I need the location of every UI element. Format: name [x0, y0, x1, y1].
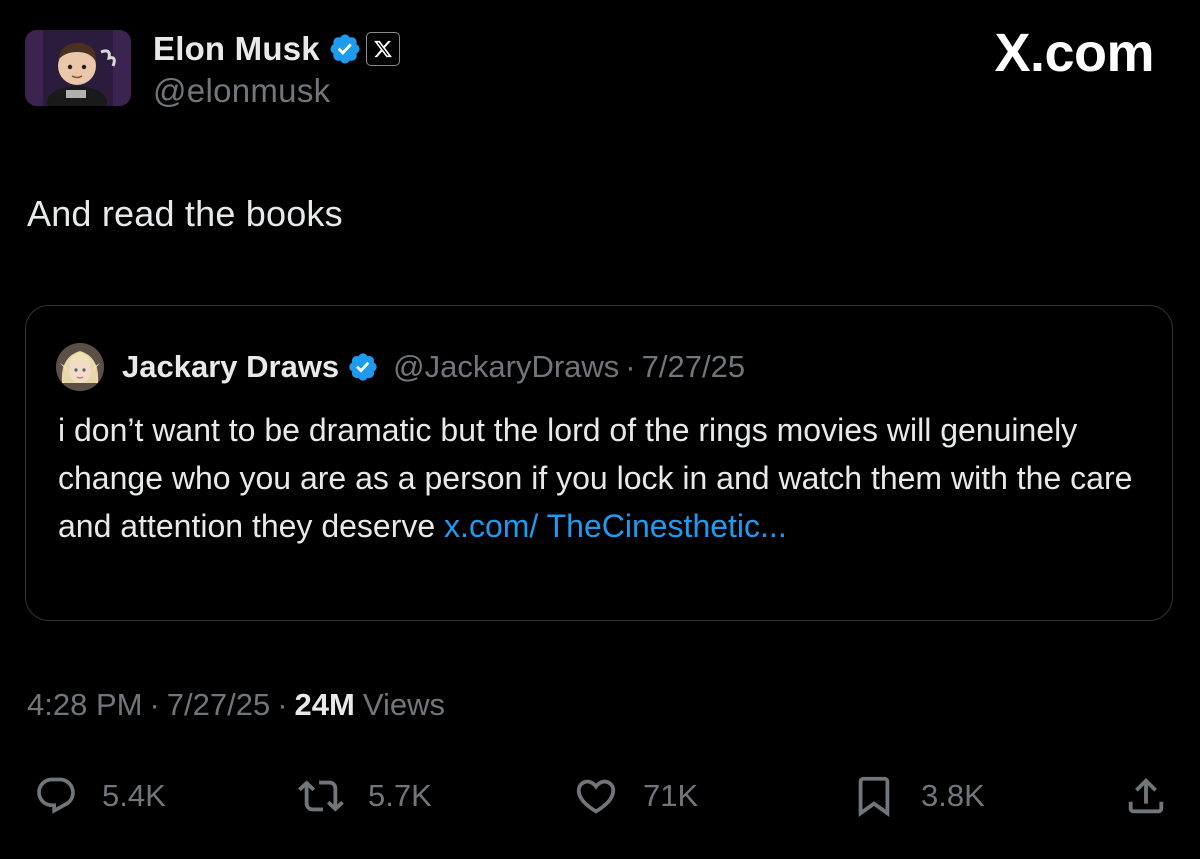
reply-button[interactable]: 5.4K [34, 768, 166, 824]
tweet-date[interactable]: 7/27/25 [167, 687, 270, 723]
quote-header: Jackary Draws @JackaryDraws · 7/27/25 [56, 343, 745, 391]
reply-count: 5.4K [102, 778, 166, 813]
tweet: Elon Musk @elonmusk X.com And read the b… [0, 0, 1200, 859]
author-name-block: Elon Musk @elonmusk [153, 30, 400, 110]
x-logo-icon[interactable] [365, 32, 400, 66]
bookmark-icon [851, 773, 897, 819]
author-name-row: Elon Musk [153, 30, 400, 68]
retweet-count: 5.7K [368, 778, 432, 813]
like-button[interactable]: 71K [573, 768, 698, 824]
bookmark-button[interactable]: 3.8K [851, 768, 985, 824]
meta-separator-2: · [277, 687, 288, 722]
heart-icon [573, 773, 619, 819]
bookmark-count: 3.8K [921, 778, 985, 813]
quote-author-name[interactable]: Jackary Draws [122, 349, 339, 385]
tweet-time[interactable]: 4:28 PM [27, 687, 142, 723]
views-label: Views [362, 687, 445, 722]
quote-date[interactable]: 7/27/25 [642, 349, 745, 385]
quote-link[interactable]: x.com/ TheCinesthetic... [444, 508, 787, 544]
quote-author-handle[interactable]: @JackaryDraws [393, 349, 619, 385]
retweet-button[interactable]: 5.7K [298, 768, 432, 824]
retweet-icon [298, 773, 344, 819]
tweet-meta: 4:28 PM · 7/27/25 · 24M Views [27, 687, 445, 723]
like-count: 71K [643, 778, 699, 813]
quote-author-avatar[interactable] [56, 343, 104, 391]
author-avatar[interactable] [25, 30, 131, 106]
quote-body: i don’t want to be dramatic but the lord… [58, 406, 1148, 550]
author-handle[interactable]: @elonmusk [153, 72, 400, 110]
quote-tweet-card[interactable]: Jackary Draws @JackaryDraws · 7/27/25 i … [25, 305, 1173, 621]
share-button[interactable] [1123, 768, 1169, 824]
verified-badge-icon [328, 32, 362, 66]
reply-icon [34, 774, 78, 818]
share-icon [1123, 773, 1169, 819]
quote-verified-badge-icon [347, 351, 379, 383]
views-count: 24M [294, 687, 355, 722]
x-com-watermark: X.com [994, 23, 1154, 83]
meta-separator: · [149, 687, 160, 722]
tweet-text: And read the books [27, 193, 343, 234]
quote-separator: · [625, 349, 636, 384]
author-display-name[interactable]: Elon Musk [153, 30, 320, 68]
action-bar: 5.4K 5.7K 71K 3.8K [0, 768, 1200, 828]
tweet-header: Elon Musk @elonmusk [25, 30, 400, 110]
